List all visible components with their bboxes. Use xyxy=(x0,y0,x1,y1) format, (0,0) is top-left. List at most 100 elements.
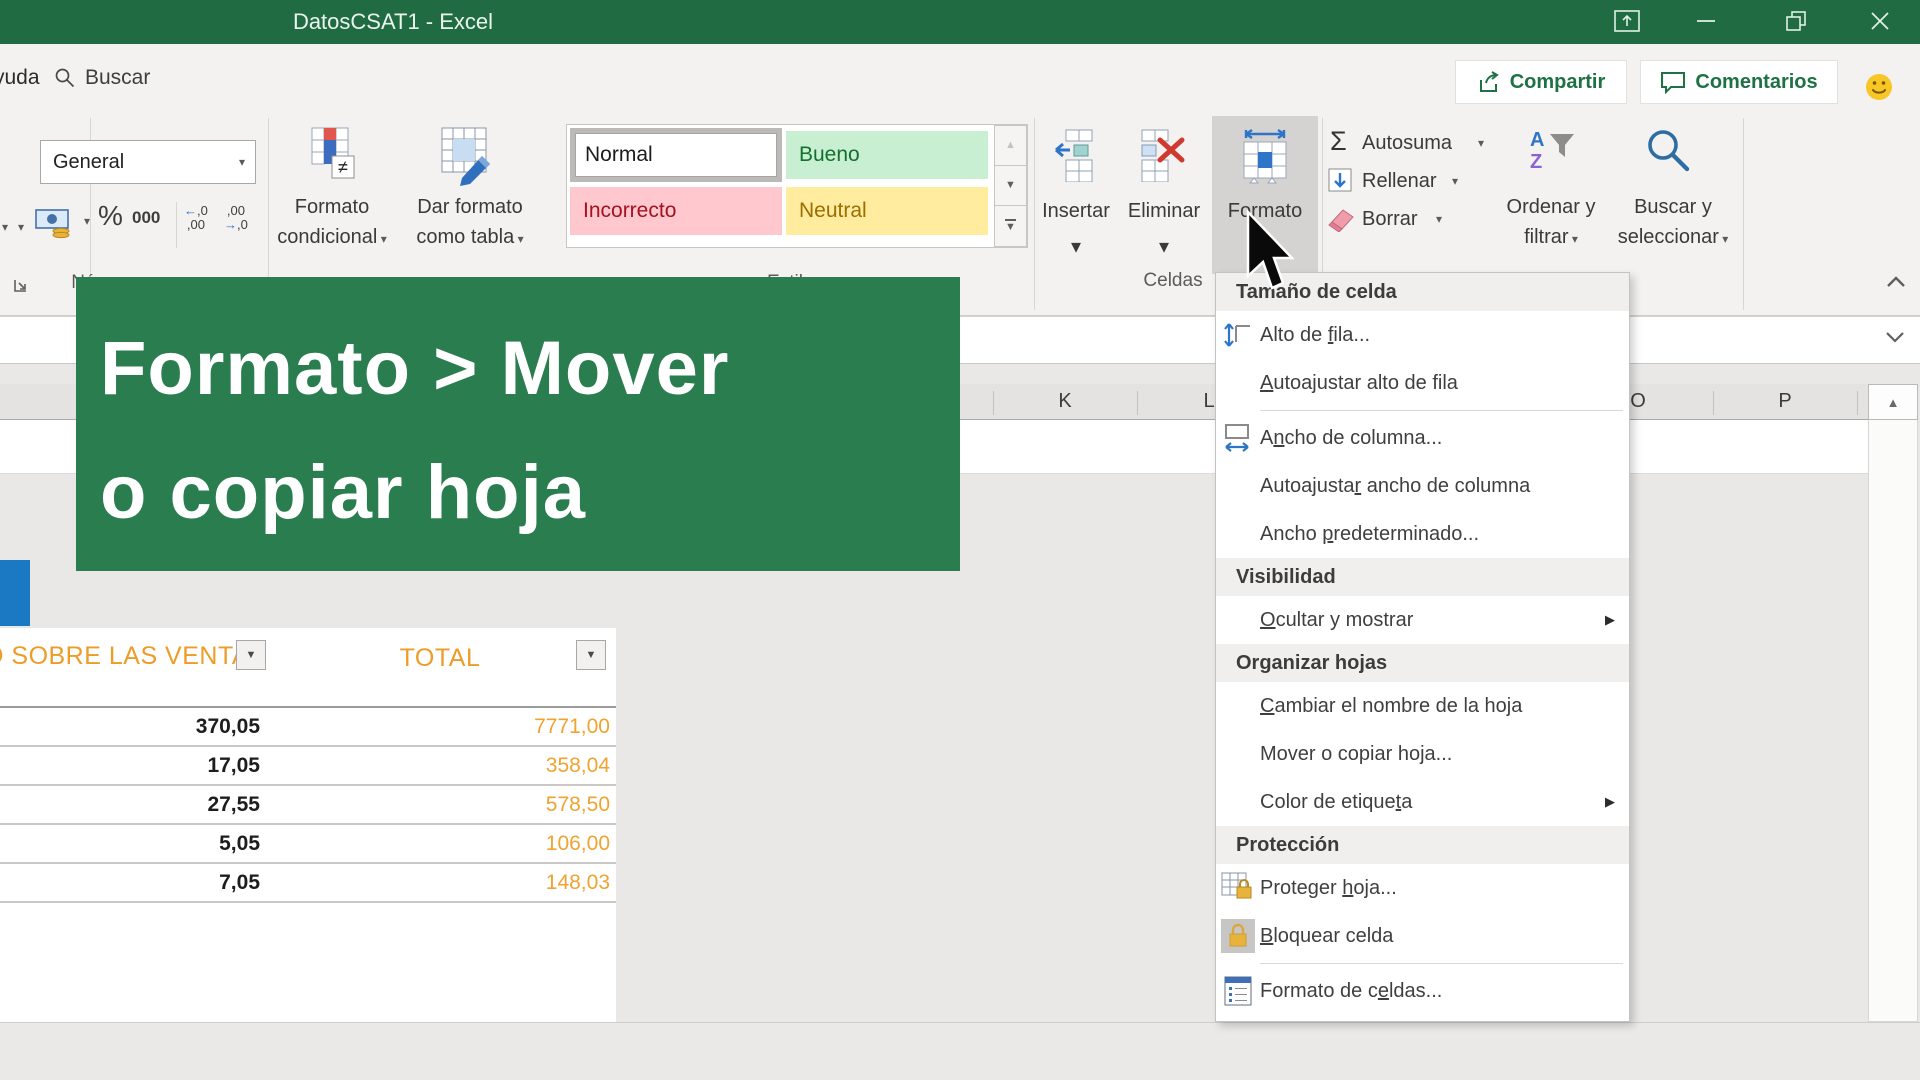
menu-item-label: Ancho de columna... xyxy=(1260,427,1442,450)
share-label: Compartir xyxy=(1510,71,1606,94)
menu-item-label: Mover o copiar hoja... xyxy=(1260,743,1452,766)
clear-button[interactable]: Borrar xyxy=(1362,208,1418,231)
format-dropdown-menu: Tamaño de celdaAlto de fila...Autoajusta… xyxy=(1215,272,1630,1022)
format-as-table-button[interactable]: Dar formato como tabla ▾ xyxy=(408,192,532,254)
close-button[interactable] xyxy=(1860,6,1900,36)
insert-button[interactable]: Insertar xyxy=(1030,200,1122,223)
style-neutral[interactable]: Neutral xyxy=(786,187,988,235)
sort-filter-button[interactable]: Ordenar y filtrar ▾ xyxy=(1496,192,1606,254)
table-row[interactable]: 5,05106,00 xyxy=(0,825,616,864)
column-header-K[interactable]: K xyxy=(1058,390,1071,413)
filter-dropdown-icon[interactable]: ▼ xyxy=(576,640,606,670)
window-title: DatosCSAT1 - Excel xyxy=(143,9,643,35)
share-icon xyxy=(1477,70,1501,94)
table-row[interactable]: 7,05 148,03 xyxy=(0,864,616,903)
minimize-button[interactable] xyxy=(1686,6,1726,36)
ribbon-tab-row: yuda Buscar Compartir Comentarios xyxy=(0,44,1920,112)
tutorial-banner: Formato > Mover o copiar hoja xyxy=(76,277,960,571)
chevron-down-icon[interactable]: ▾ xyxy=(18,220,24,234)
comment-icon xyxy=(1660,70,1686,94)
share-button[interactable]: Compartir xyxy=(1455,60,1627,104)
cell-total-value: 148,03 xyxy=(300,871,610,895)
menu-item-label: Autoajustar alto de fila xyxy=(1260,372,1458,395)
number-format-value: General xyxy=(41,151,239,174)
style-incorrecto[interactable]: Incorrecto xyxy=(570,187,782,235)
menu-item-cambiar-el-nombre-de-la-hoja[interactable]: Cambiar el nombre de la hoja xyxy=(1216,682,1629,730)
data-table: O SOBRE LAS VENTAS ▼ TOTAL ▼ 370,057771,… xyxy=(0,628,616,1022)
menu-item-label: Color de etiqueta xyxy=(1260,791,1412,814)
vertical-scrollbar[interactable] xyxy=(1868,420,1918,1022)
column-header-P[interactable]: P xyxy=(1778,390,1791,413)
menu-item-color-de-etiqueta[interactable]: Color de etiqueta▶ xyxy=(1216,778,1629,826)
smiley-icon[interactable] xyxy=(1864,72,1894,102)
decrease-decimal-icon[interactable]: ,00→,0 xyxy=(224,204,248,232)
filter-dropdown-icon[interactable]: ▼ xyxy=(236,640,266,670)
increase-decimal-icon[interactable]: ←,0,00 xyxy=(184,204,208,232)
chevron-down-icon[interactable]: ▾ xyxy=(2,220,8,234)
chevron-down-icon[interactable]: ▾ xyxy=(1030,234,1122,259)
scroll-up-icon[interactable]: ▲ xyxy=(1868,384,1918,420)
menu-item-autoajustar-ancho-de-columna[interactable]: Autoajustar ancho de columna xyxy=(1216,462,1629,510)
divider xyxy=(176,202,177,248)
gallery-more-icon[interactable]: ▼ xyxy=(994,206,1027,247)
cell-value: 27,55 xyxy=(0,793,260,817)
menu-item-alto-de-fila[interactable]: Alto de fila... xyxy=(1216,311,1629,359)
percent-style-icon[interactable]: % xyxy=(98,200,123,232)
insert-cells-icon xyxy=(1052,128,1100,182)
conditional-formatting-button[interactable]: Formato condicional ▾ xyxy=(270,192,394,254)
cell-value: 17,05 xyxy=(0,754,260,778)
col-width-icon xyxy=(1216,421,1260,455)
ribbon-display-options-icon[interactable] xyxy=(1607,6,1647,36)
comma-style-icon[interactable]: 000 xyxy=(132,208,160,228)
expand-formula-bar-icon[interactable] xyxy=(1884,330,1906,344)
column-header-O[interactable]: O xyxy=(1630,390,1646,413)
chevron-down-icon[interactable]: ▾ xyxy=(1478,136,1484,150)
banner-line-1: Formato > Mover xyxy=(100,307,960,431)
format-cells-size-icon xyxy=(1238,126,1292,186)
dialog-launcher-icon[interactable] xyxy=(12,276,30,294)
number-format-combobox[interactable]: General ▾ xyxy=(40,140,256,184)
restore-button[interactable] xyxy=(1776,6,1816,36)
delete-button[interactable]: Eliminar xyxy=(1118,200,1210,223)
search-label: Buscar xyxy=(85,66,150,90)
style-normal-selected[interactable]: Normal xyxy=(570,128,782,182)
protect-sheet-icon xyxy=(1216,871,1260,905)
fill-button[interactable]: Rellenar xyxy=(1362,170,1436,193)
style-label: Incorrecto xyxy=(583,199,676,223)
chevron-down-icon[interactable]: ▾ xyxy=(84,214,90,228)
menu-item-label: Alto de fila... xyxy=(1260,324,1370,347)
cell-total-value: 106,00 xyxy=(300,832,610,856)
menu-item-formato-de-celdas[interactable]: Formato de celdas... xyxy=(1216,967,1629,1015)
sort-filter-icon: AZ xyxy=(1520,126,1578,178)
table-row[interactable]: 370,057771,00 xyxy=(0,708,616,747)
find-select-button[interactable]: Buscar y seleccionar ▾ xyxy=(1608,192,1738,254)
title-bar: DatosCSAT1 - Excel xyxy=(0,0,1920,44)
comments-button[interactable]: Comentarios xyxy=(1640,60,1838,104)
style-bueno[interactable]: Bueno xyxy=(786,131,988,179)
menu-item-autoajustar-alto-de-fila[interactable]: Autoajustar alto de fila xyxy=(1216,359,1629,407)
menu-item-ancho-predeterminado[interactable]: Ancho predeterminado... xyxy=(1216,510,1629,558)
menu-item-proteger-hoja[interactable]: Proteger hoja... xyxy=(1216,864,1629,912)
gallery-scroll-down-icon[interactable]: ▼ xyxy=(994,166,1027,207)
tab-help-partial[interactable]: yuda xyxy=(0,66,40,90)
chevron-down-icon[interactable]: ▾ xyxy=(1452,174,1458,188)
gallery-scroll-up-icon[interactable]: ▲ xyxy=(994,125,1027,166)
currency-format-icon[interactable] xyxy=(34,206,78,240)
menu-item-ancho-de-columna[interactable]: Ancho de columna... xyxy=(1216,414,1629,462)
chevron-down-icon[interactable]: ▾ xyxy=(1436,212,1442,226)
chevron-down-icon[interactable]: ▾ xyxy=(1118,234,1210,259)
collapse-ribbon-icon[interactable] xyxy=(1886,276,1906,288)
column-header-L[interactable]: L xyxy=(1203,390,1214,413)
autosum-button[interactable]: Autosuma xyxy=(1362,132,1452,155)
table-row[interactable]: 27,55578,50 xyxy=(0,786,616,825)
conditional-formatting-icon: ≠ xyxy=(306,126,362,188)
gallery-scrollbar: ▲ ▼ ▼ xyxy=(994,125,1027,247)
cell-value: 7,05 xyxy=(0,871,260,895)
table-row[interactable]: 17,05358,04 xyxy=(0,747,616,786)
menu-item-mover-o-copiar-hoja[interactable]: Mover o copiar hoja... xyxy=(1216,730,1629,778)
menu-item-bloquear-celda[interactable]: Bloquear celda xyxy=(1216,912,1629,960)
style-label: Neutral xyxy=(799,199,867,223)
column-separator xyxy=(993,391,994,415)
menu-item-ocultar-y-mostrar[interactable]: Ocultar y mostrar▶ xyxy=(1216,596,1629,644)
search-box[interactable]: Buscar xyxy=(54,66,150,90)
